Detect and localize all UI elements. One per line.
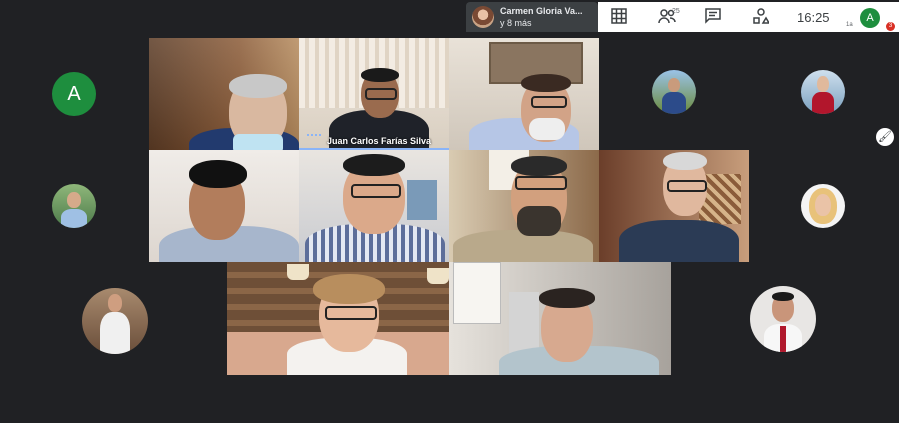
person-body — [812, 92, 834, 114]
participant-avatar-photo — [52, 184, 96, 228]
presenter-name: Carmen Gloria Va... — [500, 6, 583, 16]
video-tile-7[interactable] — [599, 150, 749, 262]
person-head — [815, 194, 831, 216]
person-body — [100, 312, 130, 354]
participant-avatar-photo — [801, 70, 845, 114]
cabinet — [453, 262, 501, 324]
participant-avatar-photo — [801, 184, 845, 228]
video-tile-3[interactable] — [449, 38, 599, 150]
video-tile-1[interactable] — [149, 38, 299, 150]
presenter-chip[interactable]: Carmen Gloria Va... y 8 más — [466, 2, 598, 32]
notification-badge: 3 — [886, 22, 895, 31]
person-hair — [361, 68, 399, 82]
video-tile-4[interactable] — [149, 150, 299, 262]
video-tile-5[interactable] — [299, 150, 449, 262]
lamp — [287, 264, 309, 280]
self-avatar[interactable]: A — [860, 8, 880, 28]
participant-avatar-a: A — [52, 72, 96, 116]
video-tile-8[interactable] — [227, 262, 449, 375]
presenter-more: y 8 más — [500, 18, 532, 28]
participant-avatar-photo — [82, 288, 148, 354]
video-tile-6[interactable] — [449, 150, 599, 262]
participant-avatar-photo — [750, 286, 816, 352]
person-beard — [517, 206, 561, 236]
person-body — [662, 92, 686, 114]
lamp — [427, 268, 449, 284]
face-mask — [233, 134, 283, 150]
tie — [780, 326, 786, 352]
person-beard — [529, 118, 565, 140]
video-tile-2[interactable]: Juan Carlos Farías Silva — [299, 38, 449, 150]
person-body — [619, 220, 739, 262]
person-hair — [521, 74, 571, 92]
person-hair — [663, 152, 707, 170]
person-hair — [772, 292, 794, 301]
speaking-indicator — [307, 134, 321, 138]
toolbar: 25 16:25 1a A 3 — [598, 2, 899, 32]
person-hair — [189, 160, 247, 188]
glasses — [325, 306, 377, 320]
grid-view-icon[interactable] — [610, 8, 628, 26]
participant-name: Juan Carlos Farías Silva — [327, 136, 432, 146]
clock: 16:25 — [797, 10, 830, 25]
person-head — [67, 192, 81, 208]
background-object — [407, 180, 437, 220]
glasses — [365, 88, 397, 100]
person-hair — [229, 74, 287, 98]
self-sub: 1a — [846, 22, 853, 28]
video-tile-9[interactable] — [449, 262, 671, 375]
chat-icon[interactable] — [704, 8, 722, 26]
glasses — [515, 176, 567, 190]
participant-avatar-photo — [652, 70, 696, 114]
person-hair — [511, 156, 567, 176]
person-head — [668, 78, 680, 92]
activities-icon[interactable] — [752, 8, 771, 26]
person-hair — [343, 154, 405, 176]
presenter-avatar — [472, 6, 494, 28]
person-hair — [539, 288, 595, 308]
glasses — [667, 180, 707, 192]
person-head — [817, 76, 829, 92]
glasses — [351, 184, 401, 198]
pin-icon[interactable]: 🖌 — [876, 128, 894, 146]
people-count: 25 — [672, 8, 680, 15]
person-body — [61, 209, 87, 228]
glasses — [531, 96, 567, 108]
person-head — [108, 294, 122, 312]
person-hair — [313, 274, 385, 304]
